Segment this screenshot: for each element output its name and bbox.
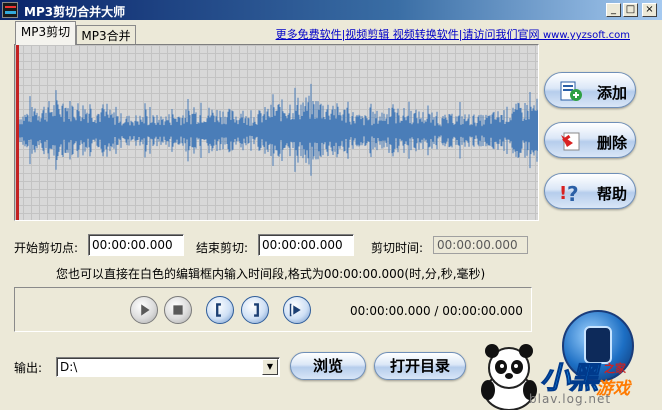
tab-mp3-cut[interactable]: MP3剪切 — [15, 21, 76, 45]
waveform-path — [18, 83, 538, 176]
watermark-url: blav.log.net — [529, 392, 612, 406]
output-path-value: D:\ — [60, 360, 78, 374]
svg-text:!: ! — [559, 183, 567, 204]
delete-icon — [561, 132, 580, 151]
mark-end-button[interactable] — [241, 296, 269, 324]
website-url: www.yyzsoft.com — [542, 30, 630, 41]
playhead[interactable] — [16, 45, 19, 220]
waveform-panel[interactable] — [14, 44, 539, 221]
bracket-left-icon — [216, 303, 221, 317]
stop-icon — [173, 305, 183, 315]
end-time-label: 结束剪切: — [196, 241, 249, 255]
play-selection-icon — [289, 303, 301, 317]
stop-button[interactable] — [164, 296, 192, 324]
browse-button[interactable]: 浏览 — [290, 352, 366, 380]
end-time-input[interactable]: 00:00:00.000 — [258, 234, 354, 256]
app-icon — [2, 2, 18, 18]
play-button[interactable] — [130, 296, 158, 324]
minimize-button[interactable]: _ — [606, 3, 621, 17]
play-selection-button[interactable] — [283, 296, 311, 324]
duration-label: 剪切时间: — [371, 241, 424, 255]
play-icon — [141, 304, 150, 316]
add-file-icon — [560, 81, 582, 101]
waveform — [18, 83, 538, 176]
delete-button[interactable]: 删除 — [544, 122, 636, 158]
help-button-label: 帮助 — [597, 185, 628, 203]
start-time-label: 开始剪切点: — [14, 241, 79, 255]
website-link-text: 更多免费软件|视频剪辑 视频转换软件|请访问我们官网 — [275, 28, 543, 41]
watermark-brand: 小黑 — [540, 361, 600, 397]
add-button-label: 添加 — [597, 84, 628, 102]
open-directory-button[interactable]: 打开目录 — [374, 352, 466, 380]
app-window: MP3剪切合并大师 _ □ × MP3剪切 MP3合并 更多免费软件|视频剪辑 … — [0, 0, 662, 410]
start-time-input[interactable]: 00:00:00.000 — [88, 234, 184, 256]
window-title: MP3剪切合并大师 — [24, 5, 126, 19]
delete-button-label: 删除 — [597, 134, 628, 152]
time-format-hint: 您也可以直接在白色的编辑框内输入时间段,格式为00:00:00.000(时,分,… — [56, 267, 486, 281]
help-icon: ! ? — [559, 182, 579, 204]
maximize-button[interactable]: □ — [623, 3, 638, 17]
bracket-right-icon — [254, 303, 259, 317]
add-button[interactable]: 添加 — [544, 72, 636, 108]
duration-field: 00:00:00.000 — [433, 236, 528, 254]
dropdown-arrow-icon[interactable]: ▼ — [262, 359, 278, 375]
playback-position: 00:00:00.000 / 00:00:00.000 — [350, 304, 523, 318]
title-bar[interactable]: MP3剪切合并大师 _ □ × — [0, 0, 662, 20]
svg-text:?: ? — [567, 182, 579, 204]
close-button[interactable]: × — [642, 3, 657, 17]
output-label: 输出: — [14, 361, 43, 375]
output-path-select[interactable]: D:\ ▼ — [56, 357, 280, 377]
mark-start-button[interactable] — [206, 296, 234, 324]
help-button[interactable]: ! ? 帮助 — [544, 173, 636, 209]
website-link[interactable]: 更多免费软件|视频剪辑 视频转换软件|请访问我们官网 www.yyzsoft.c… — [276, 26, 630, 42]
